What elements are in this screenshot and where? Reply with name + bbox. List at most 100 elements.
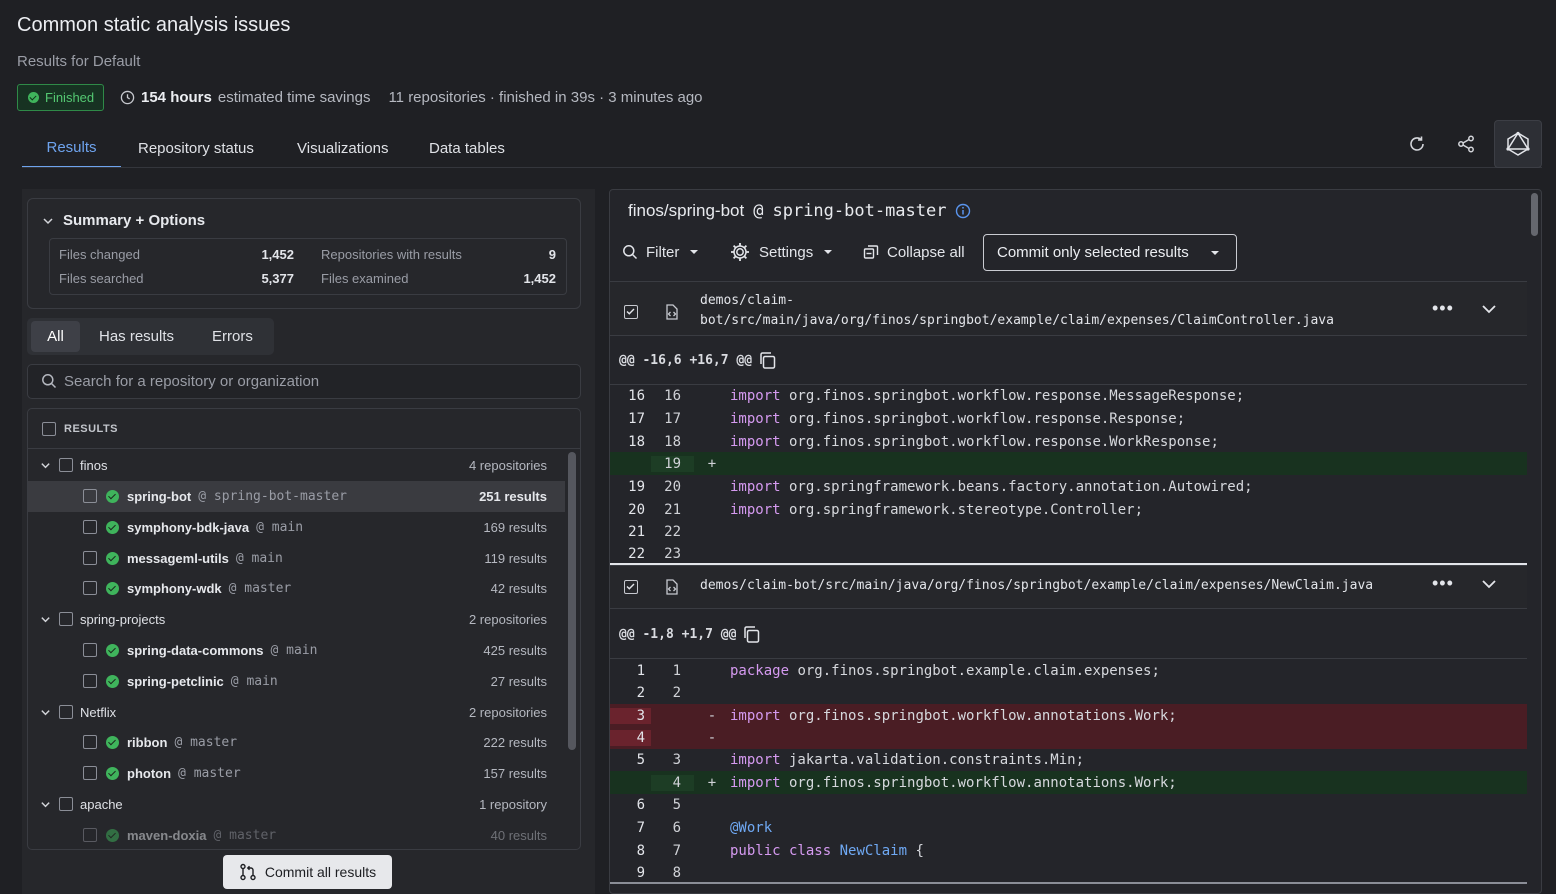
chevron-down-icon[interactable] <box>40 614 51 625</box>
file-checkbox[interactable] <box>624 580 638 594</box>
org-checkbox[interactable] <box>59 458 73 472</box>
repo-row-ribbon[interactable]: ribbon @ master 222 results <box>28 727 580 758</box>
code-text: org.springframework.stereotype.Controlle… <box>780 501 1144 518</box>
tab-data-tables[interactable]: Data tables <box>429 128 505 168</box>
repo-checkbox[interactable] <box>83 643 97 657</box>
repo-row-spring-bot[interactable]: spring-bot @ spring-bot-master 251 results <box>28 481 565 512</box>
select-all-checkbox[interactable] <box>42 422 56 436</box>
hunk-header: @@ -16,6 +16,7 @@ <box>610 336 1527 385</box>
search-placeholder: Search for a repository or organization <box>64 373 320 390</box>
tab-repository-status[interactable]: Repository status <box>138 128 254 168</box>
org-name: apache <box>80 797 123 812</box>
new-line-number: 17 <box>664 410 681 427</box>
repo-checkbox[interactable] <box>83 581 97 595</box>
diff-line: 18 18 import org.finos.springbot.workflow.… <box>610 430 1527 453</box>
run-meta: 11 repositories · finished in 39s · 3 mi… <box>388 88 703 106</box>
copy-icon[interactable] <box>758 351 777 370</box>
summary-toggle[interactable]: Summary + Options <box>42 212 205 229</box>
page-subtitle: Results for Default <box>17 53 141 70</box>
info-icon[interactable] <box>955 203 971 219</box>
summary-title: Summary + Options <box>63 212 206 229</box>
settings-button[interactable]: Settings <box>729 240 835 264</box>
share-button[interactable] <box>1444 124 1488 164</box>
repo-result-count: 119 results <box>484 551 547 566</box>
collapse-all-button[interactable]: Collapse all <box>863 240 965 264</box>
file-path: demos/claim-bot/src/main/java/org/finos/… <box>700 291 1334 331</box>
chevron-down-icon[interactable] <box>40 707 51 718</box>
code-text: org.finos.springbot.workflow.response.Re… <box>780 410 1186 427</box>
tab-visualizations[interactable]: Visualizations <box>297 128 388 168</box>
file-code-icon <box>666 304 678 320</box>
repos-with-results-value: 9 <box>548 247 556 262</box>
repo-row-messageml-utils[interactable]: messageml-utils @ main 119 results <box>28 543 580 574</box>
repo-checkbox[interactable] <box>83 828 97 842</box>
diff-sign: - <box>707 707 717 724</box>
org-group-finos[interactable]: finos 4 repositories <box>28 450 580 481</box>
copy-icon[interactable] <box>742 625 761 644</box>
org-name: spring-projects <box>80 612 166 627</box>
repo-checkbox[interactable] <box>83 766 97 780</box>
code-text: org.finos.springbot.workflow.annotations… <box>780 774 1177 791</box>
tree-scrollbar[interactable] <box>568 452 576 750</box>
new-line-number: 20 <box>664 478 681 495</box>
repo-row-symphony-bdk-java[interactable]: symphony-bdk-java @ main 169 results <box>28 512 580 543</box>
repo-checkbox[interactable] <box>83 735 97 749</box>
filter-errors[interactable]: Errors <box>212 318 253 355</box>
tab-results[interactable]: Results <box>22 128 121 168</box>
repo-row-spring-petclinic[interactable]: spring-petclinic @ main 27 results <box>28 666 580 697</box>
file-checkbox[interactable] <box>624 305 638 319</box>
org-group-netflix[interactable]: Netflix 2 repositories <box>28 697 580 728</box>
repo-row-spring-data-commons[interactable]: spring-data-commons @ main 425 results <box>28 635 580 666</box>
repo-name: ribbon <box>127 735 168 750</box>
files-examined-value: 1,452 <box>523 271 556 286</box>
diff-repo-branch: spring-bot-master <box>772 201 947 221</box>
repo-checkbox[interactable] <box>83 674 97 688</box>
repo-row-symphony-wdk[interactable]: symphony-wdk @ master 42 results <box>28 573 580 604</box>
chevron-down-icon <box>43 217 53 224</box>
diff-line: 21 22 <box>610 520 1527 543</box>
org-checkbox[interactable] <box>59 797 73 811</box>
more-options-icon[interactable]: ••• <box>1432 573 1456 595</box>
org-group-spring-projects[interactable]: spring-projects 2 repositories <box>28 604 580 635</box>
diff-sign: + <box>707 774 717 791</box>
commit-all-button[interactable]: Commit all results <box>223 855 392 889</box>
check-circle-icon <box>106 736 119 749</box>
diff-line: 22 23 <box>610 542 1527 565</box>
repo-checkbox[interactable] <box>83 520 97 534</box>
page-title: Common static analysis issues <box>17 14 291 36</box>
commit-selected-label: Commit only selected results <box>997 244 1189 261</box>
files-examined-label: Files examined <box>321 271 409 286</box>
chevron-down-icon[interactable] <box>40 799 51 810</box>
org-checkbox[interactable] <box>59 612 73 626</box>
org-checkbox[interactable] <box>59 705 73 719</box>
graph-view-button[interactable] <box>1494 120 1542 168</box>
repo-checkbox[interactable] <box>83 551 97 565</box>
git-pull-request-icon <box>240 863 256 881</box>
more-options-icon[interactable]: ••• <box>1432 298 1456 320</box>
filter-all[interactable]: All <box>31 321 80 352</box>
filter-button[interactable]: Filter <box>622 240 701 264</box>
old-line-number: 18 <box>628 433 645 450</box>
new-line-number: 2 <box>672 684 681 701</box>
org-group-apache[interactable]: apache 1 repository <box>28 789 580 820</box>
chevron-down-icon[interactable] <box>1480 575 1498 593</box>
repo-name: maven-doxia <box>127 828 207 843</box>
diff-repo-header: finos/spring-bot @ spring-bot-master <box>628 201 971 221</box>
results-header: RESULTS <box>28 409 580 449</box>
repo-row-maven-doxia[interactable]: maven-doxia @ master 40 results <box>28 820 580 849</box>
check-circle-icon <box>106 829 119 842</box>
hunk-header: @@ -1,8 +1,7 @@ <box>610 610 1527 659</box>
diff-line-add: 19 + <box>610 452 1527 475</box>
keyword-token: import <box>730 751 781 768</box>
commit-selected-button[interactable]: Commit only selected results <box>983 234 1237 271</box>
repo-checkbox[interactable] <box>83 489 97 503</box>
diff-scrollbar[interactable] <box>1531 193 1538 236</box>
new-line-number: 1 <box>672 662 681 679</box>
chevron-down-icon[interactable] <box>1480 300 1498 318</box>
filter-has-results[interactable]: Has results <box>99 318 174 355</box>
refresh-button[interactable] <box>1395 124 1439 164</box>
chevron-down-icon[interactable] <box>40 460 51 471</box>
keyword-token: public class <box>730 842 832 859</box>
repo-row-photon[interactable]: photon @ master 157 results <box>28 758 580 789</box>
old-line-number: 8 <box>636 842 645 859</box>
